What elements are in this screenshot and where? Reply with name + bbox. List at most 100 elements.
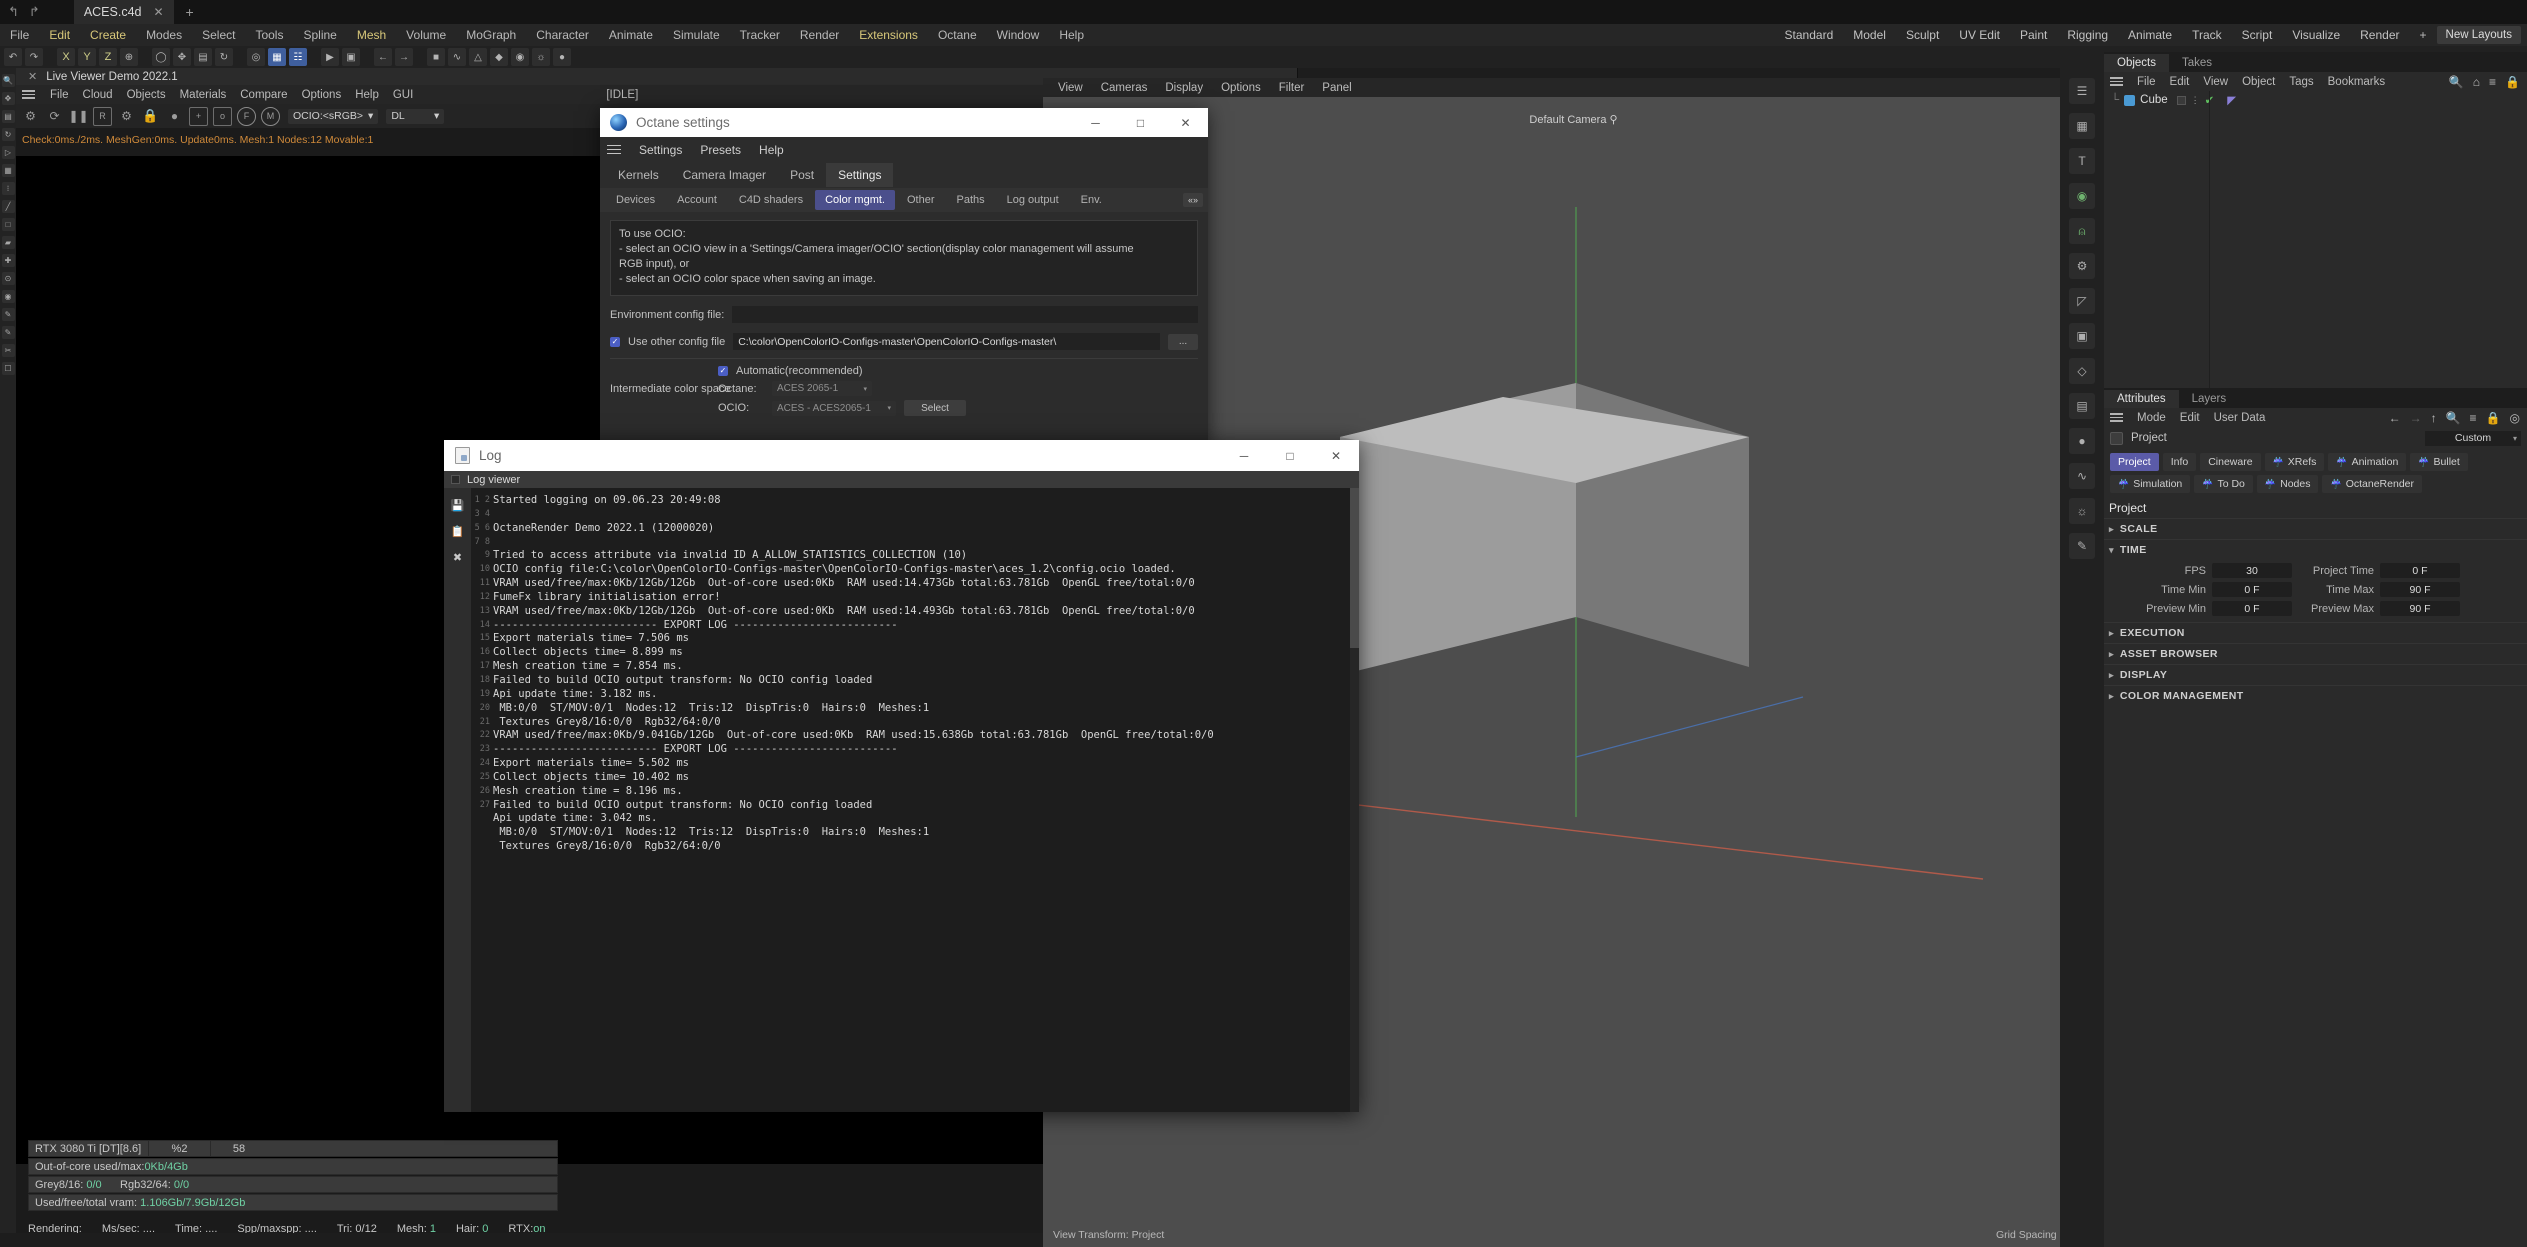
material-manager-icon[interactable]: ● xyxy=(2069,428,2095,454)
attributes-menu-edit[interactable]: Edit xyxy=(2173,412,2207,424)
objects-menu-object[interactable]: Object xyxy=(2235,76,2282,88)
lv-menu-compare[interactable]: Compare xyxy=(233,89,294,101)
log-titlebar[interactable]: Log ─ □ ✕ xyxy=(444,440,1359,471)
layout-paint[interactable]: Paint xyxy=(2010,28,2057,42)
tab-camera-imager[interactable]: Camera Imager xyxy=(671,163,778,187)
structure-icon[interactable]: ▤ xyxy=(2069,393,2095,419)
lv-menu-options[interactable]: Options xyxy=(295,89,349,101)
axis-z-icon[interactable]: Z xyxy=(99,48,117,66)
brush-tool-icon[interactable]: ✎ xyxy=(1,308,15,321)
redo-view-icon[interactable]: → xyxy=(395,48,413,66)
lv-menu-materials[interactable]: Materials xyxy=(173,89,234,101)
tab-other[interactable]: Other xyxy=(897,190,945,210)
octane-menu-help[interactable]: Help xyxy=(750,143,793,157)
section-color-management[interactable]: ▸ COLOR MANAGEMENT xyxy=(2104,685,2527,706)
objects-menu-view[interactable]: View xyxy=(2196,76,2235,88)
copy-icon[interactable]: 📋 xyxy=(450,524,465,539)
browse-button[interactable]: ... xyxy=(1168,333,1198,350)
close-icon[interactable]: ✕ xyxy=(28,70,37,83)
up-arrow-icon[interactable]: ↑ xyxy=(2431,411,2437,425)
field-fps[interactable]: 30 xyxy=(2212,563,2292,578)
layout-visualize[interactable]: Visualize xyxy=(2282,28,2350,42)
automatic-checkbox[interactable]: ✓ xyxy=(718,366,728,376)
coordinates-icon[interactable]: ◇ xyxy=(2069,358,2095,384)
octane-menu-presets[interactable]: Presets xyxy=(691,143,750,157)
search-tool-icon[interactable]: 🔍 xyxy=(1,74,15,87)
object-row-cube[interactable]: └ Cube ⋮ ✔ ◤ xyxy=(2104,91,2527,109)
dl-select[interactable]: DL ▾ xyxy=(386,108,445,124)
tab-layers[interactable]: Layers xyxy=(2179,390,2240,408)
chip-animation[interactable]: ☔ Animation xyxy=(2328,453,2407,471)
rotate-icon[interactable]: ↻ xyxy=(215,48,233,66)
field-time-max[interactable]: 90 F xyxy=(2380,582,2460,597)
menu-item-animate[interactable]: Animate xyxy=(599,28,663,42)
chip-octanerender[interactable]: ☔ OctaneRender xyxy=(2322,475,2422,493)
content-browser-icon[interactable]: ▦ xyxy=(2069,113,2095,139)
tab-attributes[interactable]: Attributes xyxy=(2104,390,2179,408)
section-display[interactable]: ▸ DISPLAY xyxy=(2104,664,2527,685)
knife-tool-icon[interactable]: ✂ xyxy=(1,344,15,357)
workplane-icon[interactable]: ▦ xyxy=(268,48,286,66)
lock-icon[interactable]: 🔒 xyxy=(2505,75,2520,89)
deformer-icon[interactable]: ◆ xyxy=(490,48,508,66)
objects-menu-file[interactable]: File xyxy=(2130,76,2163,88)
material-picker-icon[interactable]: M xyxy=(261,106,280,126)
layout-animate[interactable]: Animate xyxy=(2118,28,2182,42)
document-tab[interactable]: ACES.c4d ✕ xyxy=(73,0,174,24)
filter-icon[interactable]: ≡ xyxy=(2489,75,2496,89)
menu-item-octane[interactable]: Octane xyxy=(928,28,987,42)
menu-item-select[interactable]: Select xyxy=(192,28,245,42)
lv-menu-help[interactable]: Help xyxy=(348,89,386,101)
menu-item-render[interactable]: Render xyxy=(790,28,849,42)
uv-tool-icon[interactable]: ☐ xyxy=(1,362,15,375)
attributes-menu-mode[interactable]: Mode xyxy=(2130,412,2173,424)
search-icon[interactable]: 🔍 xyxy=(2449,75,2464,89)
layout-standard[interactable]: Standard xyxy=(1775,28,1844,42)
scale-icon[interactable]: ▤ xyxy=(194,48,212,66)
tab-takes[interactable]: Takes xyxy=(2169,54,2225,72)
menu-item-tracker[interactable]: Tracker xyxy=(730,28,790,42)
region-render-icon[interactable]: R xyxy=(93,106,112,126)
tab-env[interactable]: Env. xyxy=(1071,190,1112,210)
env-config-input[interactable] xyxy=(732,306,1198,323)
menu-item-simulate[interactable]: Simulate xyxy=(663,28,730,42)
lv-menu-gui[interactable]: GUI xyxy=(386,89,420,101)
log-scrollbar[interactable] xyxy=(1350,488,1359,1112)
minimize-icon[interactable]: ─ xyxy=(1073,108,1118,137)
chip-cineware[interactable]: Cineware xyxy=(2200,453,2261,471)
close-icon[interactable]: ✕ xyxy=(1163,108,1208,137)
use-other-config-checkbox[interactable]: ✓ xyxy=(610,336,620,347)
save-icon[interactable]: 💾 xyxy=(450,498,465,513)
chip-project[interactable]: Project xyxy=(2110,453,2159,471)
redo-icon[interactable]: ↱ xyxy=(29,4,40,20)
tab-color-mgmt[interactable]: Color mgmt. xyxy=(815,190,895,210)
hamburger-icon[interactable] xyxy=(2110,75,2123,88)
restart-render-icon[interactable]: ⚙ xyxy=(21,107,40,126)
render-region-icon[interactable]: ▣ xyxy=(342,48,360,66)
spline-icon[interactable]: ∿ xyxy=(448,48,466,66)
layout-rigging[interactable]: Rigging xyxy=(2057,28,2118,42)
menu-item-character[interactable]: Character xyxy=(526,28,599,42)
section-asset-browser[interactable]: ▸ ASSET BROWSER xyxy=(2104,643,2527,664)
hamburger-icon[interactable] xyxy=(2110,411,2123,424)
menu-item-mograph[interactable]: MoGraph xyxy=(456,28,526,42)
polygon-mode-icon[interactable]: □ xyxy=(1,218,15,231)
viewport-menu-cameras[interactable]: Cameras xyxy=(1092,82,1157,94)
tag-marker-icon[interactable]: ◤ xyxy=(2227,93,2236,107)
settings-icon[interactable]: ⚙ xyxy=(2069,253,2095,279)
field-preview-min[interactable]: 0 F xyxy=(2212,601,2292,616)
chip-simulation[interactable]: ☔ Simulation xyxy=(2110,475,2191,493)
undo-tool-icon[interactable]: ↶ xyxy=(4,48,22,66)
layers-icon[interactable]: ☰ xyxy=(2069,78,2095,104)
phong-tag-icon[interactable] xyxy=(2176,95,2186,105)
node-editor-icon[interactable]: ◉ xyxy=(2069,183,2095,209)
search-icon[interactable]: 🔍 xyxy=(2446,411,2461,425)
tree-icon[interactable]: ⍝ xyxy=(2069,218,2095,244)
refresh-icon[interactable]: ⟳ xyxy=(45,107,64,126)
tab-paths[interactable]: Paths xyxy=(947,190,995,210)
attributes-menu-user-data[interactable]: User Data xyxy=(2207,412,2273,424)
world-axis-icon[interactable]: ⊕ xyxy=(120,48,138,66)
tab-post[interactable]: Post xyxy=(778,163,826,187)
settings-gear-icon[interactable]: ⚙ xyxy=(117,107,136,126)
move-icon[interactable]: ✥ xyxy=(173,48,191,66)
